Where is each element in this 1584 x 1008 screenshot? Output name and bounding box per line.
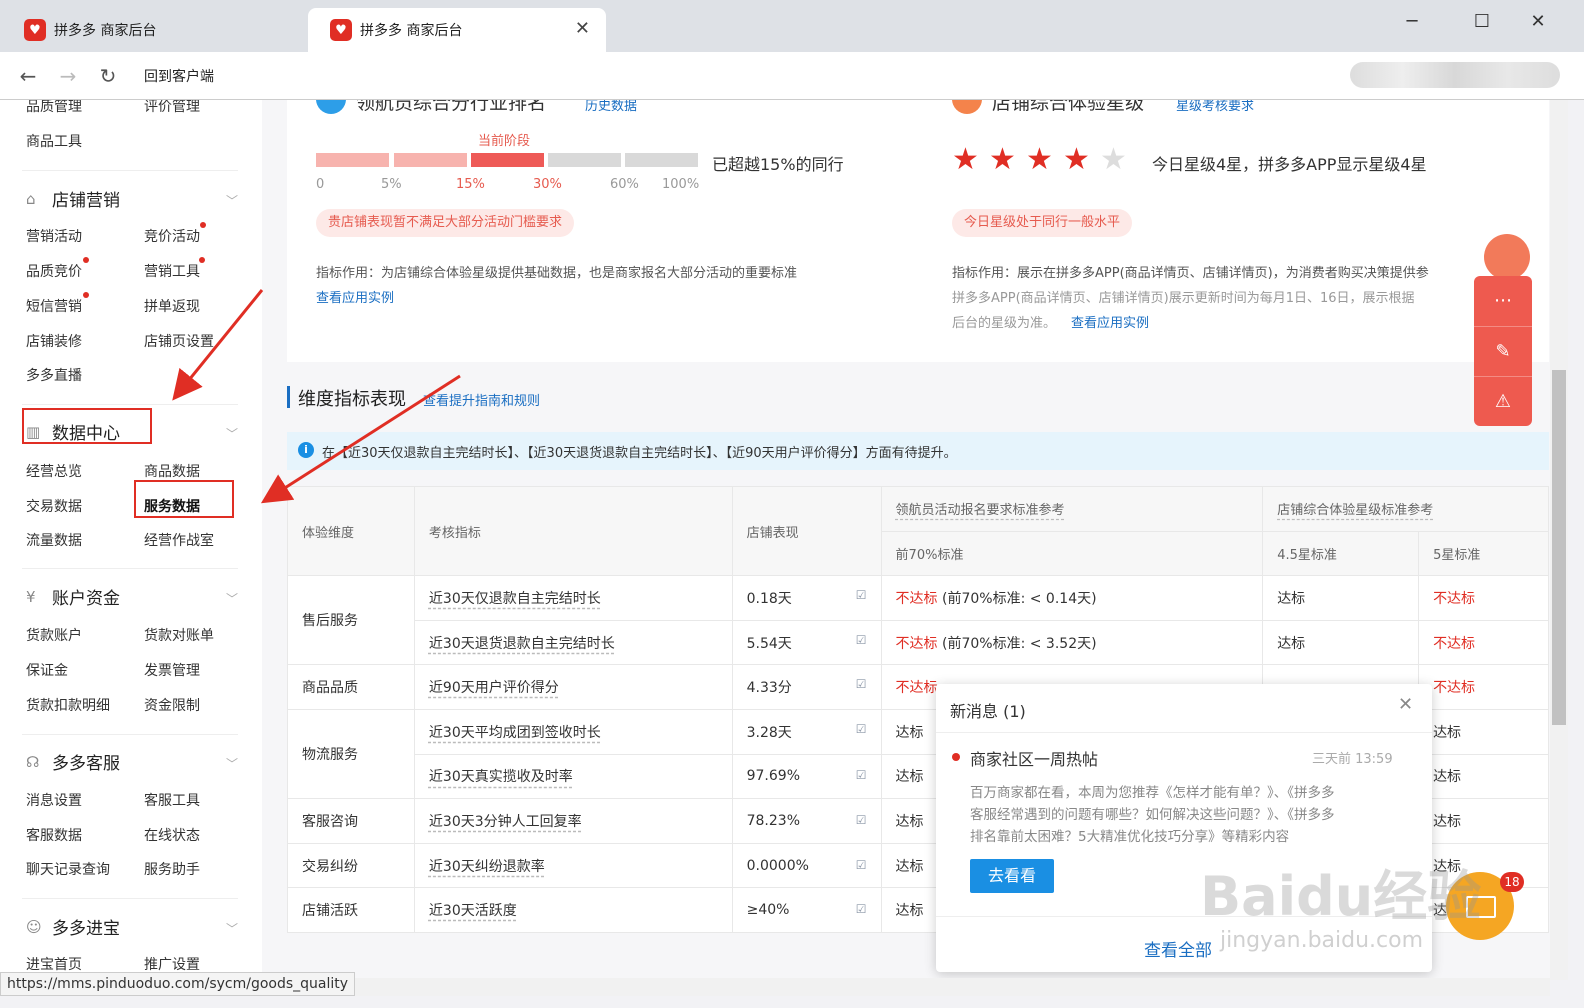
baidu-watermark: Baidu经验 [1200, 865, 1482, 928]
watermark-url: jingyan.baidu.com [1220, 928, 1424, 953]
status-url: https://mms.pinduoduo.com/sycm/goods_qua… [0, 972, 356, 996]
arrow-to-data-center [172, 289, 264, 401]
arrow-to-service-data [260, 374, 461, 504]
